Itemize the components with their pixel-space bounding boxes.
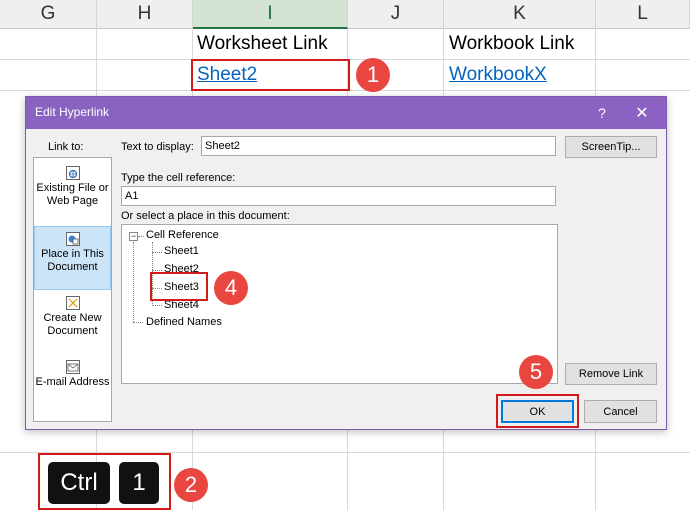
- callout-badge-1: 1: [356, 58, 390, 92]
- tree-connector: [133, 242, 134, 322]
- workbookx-hyperlink[interactable]: WorkbookX: [449, 64, 547, 86]
- tree-connector: [152, 305, 162, 306]
- tree-connector: [152, 252, 162, 253]
- link-to-existing-file-label: Existing File or Web Page: [36, 182, 109, 207]
- link-to-create-new-document[interactable]: Create New Document: [34, 294, 111, 358]
- callout-badge-5: 5: [519, 355, 553, 389]
- link-to-place-in-document-label: Place in This Document: [41, 248, 104, 273]
- link-to-label: Link to:: [48, 141, 84, 153]
- close-button[interactable]: ✕: [624, 97, 660, 129]
- tree-connector: [133, 322, 143, 323]
- place-in-document-label: Or select a place in this document:: [121, 210, 290, 222]
- cell-workbook-link-header[interactable]: Workbook Link: [449, 33, 574, 55]
- text-to-display-label: Text to display:: [121, 141, 194, 153]
- tree-cell-reference[interactable]: Cell Reference: [146, 229, 219, 241]
- column-header-k[interactable]: K: [444, 0, 596, 29]
- highlight-box-sheet2: [191, 59, 350, 91]
- tree-connector: [152, 270, 162, 271]
- link-to-existing-file[interactable]: Existing File or Web Page: [34, 164, 111, 228]
- callout-badge-4: 4: [214, 271, 248, 305]
- text-to-display-input[interactable]: Sheet2: [201, 136, 556, 156]
- callout-badge-2: 2: [174, 468, 208, 502]
- help-button[interactable]: ?: [584, 97, 620, 129]
- link-to-email-address-label: E-mail Address: [35, 376, 110, 388]
- column-header-h[interactable]: H: [97, 0, 193, 29]
- dialog-titlebar: Edit Hyperlink ? ✕: [26, 97, 666, 129]
- tree-connector: [138, 236, 144, 237]
- cell-reference-input[interactable]: A1: [121, 186, 556, 206]
- column-header-j[interactable]: J: [348, 0, 444, 29]
- cell-worksheet-link-header[interactable]: Worksheet Link: [197, 33, 328, 55]
- collapse-toggle-icon[interactable]: −: [129, 232, 138, 241]
- link-to-place-in-document[interactable]: Place in This Document: [34, 226, 111, 290]
- link-to-create-new-document-label: Create New Document: [43, 312, 102, 337]
- column-header-i[interactable]: I: [193, 0, 348, 29]
- highlight-box-sheet3: [150, 272, 208, 301]
- tree-sheet1[interactable]: Sheet1: [164, 245, 199, 257]
- email-icon: [65, 360, 80, 374]
- globe-file-icon: [65, 166, 80, 180]
- key-1: 1: [119, 462, 159, 504]
- remove-link-button[interactable]: Remove Link: [565, 363, 657, 385]
- column-header-l[interactable]: L: [596, 0, 690, 29]
- document-place-icon: [65, 232, 80, 246]
- link-to-email-address[interactable]: E-mail Address: [34, 358, 111, 422]
- cell-reference-label: Type the cell reference:: [121, 172, 236, 184]
- new-document-icon: [65, 296, 80, 310]
- screentip-button[interactable]: ScreenTip...: [565, 136, 657, 158]
- edit-hyperlink-dialog: Edit Hyperlink ? ✕ Link to: Existing Fil…: [25, 96, 667, 430]
- cancel-button[interactable]: Cancel: [584, 400, 657, 423]
- ok-button[interactable]: OK: [501, 400, 574, 423]
- place-tree: − Cell Reference Sheet1 Sheet2 Sheet3 Sh…: [121, 224, 558, 384]
- key-ctrl: Ctrl: [48, 462, 110, 504]
- tree-defined-names[interactable]: Defined Names: [146, 316, 222, 328]
- link-to-panel: Existing File or Web Page Place in This …: [33, 157, 112, 422]
- column-header-g[interactable]: G: [0, 0, 97, 29]
- dialog-title: Edit Hyperlink: [35, 105, 110, 119]
